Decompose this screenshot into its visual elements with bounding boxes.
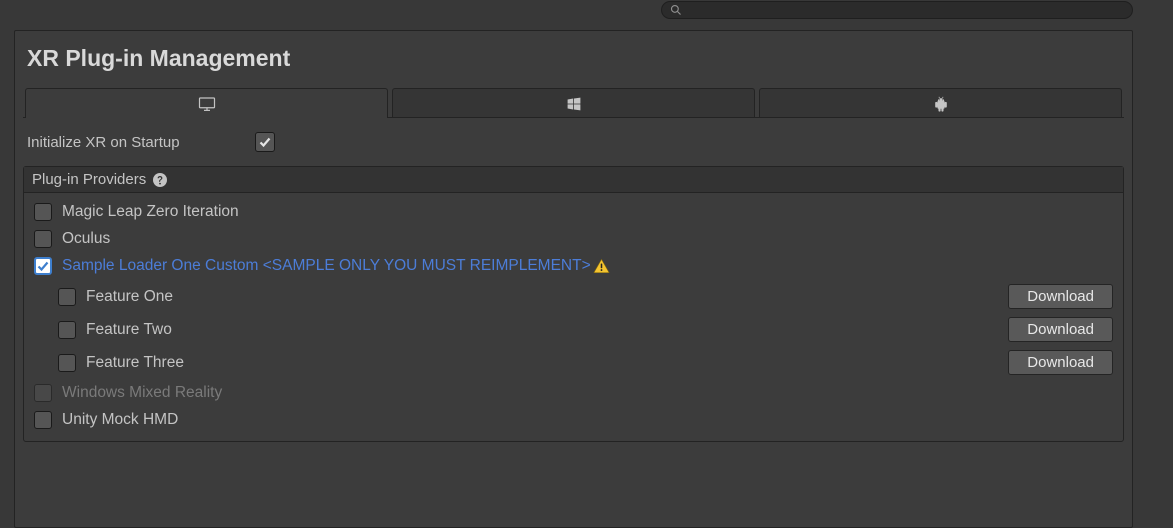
tab-standalone[interactable] [25, 88, 388, 118]
provider-checkbox[interactable] [34, 257, 52, 275]
provider-wmr: Windows Mixed Reality [34, 384, 1113, 402]
provider-mock-hmd: Unity Mock HMD [34, 411, 1113, 429]
tab-android[interactable] [759, 88, 1122, 118]
provider-checkbox[interactable] [34, 411, 52, 429]
feature-checkbox[interactable] [58, 354, 76, 372]
tab-body: Initialize XR on Startup Plug-in Provide… [23, 117, 1124, 511]
tab-windows[interactable] [392, 88, 755, 118]
provider-label: Magic Leap Zero Iteration [62, 203, 239, 221]
provider-checkbox[interactable] [34, 230, 52, 248]
android-icon [932, 96, 950, 112]
provider-label: Unity Mock HMD [62, 411, 178, 429]
provider-label: Windows Mixed Reality [62, 384, 222, 402]
provider-checkbox [34, 384, 52, 402]
provider-magic-leap: Magic Leap Zero Iteration [34, 203, 1113, 221]
feature-label: Feature One [76, 288, 1008, 306]
warning-icon [593, 258, 610, 274]
download-button[interactable]: Download [1008, 350, 1113, 375]
initialize-xr-row: Initialize XR on Startup [23, 130, 1124, 166]
search-field-wrap[interactable] [661, 1, 1133, 19]
feature-row: Feature One Download [58, 284, 1113, 309]
providers-header: Plug-in Providers [24, 167, 1123, 193]
feature-label: Feature Three [76, 354, 1008, 372]
providers-box: Plug-in Providers Magic Leap Zero Iterat… [23, 166, 1124, 442]
page-title: XR Plug-in Management [23, 45, 1124, 88]
providers-header-label: Plug-in Providers [32, 171, 146, 188]
initialize-xr-label: Initialize XR on Startup [27, 134, 255, 151]
top-bar [0, 0, 1173, 20]
providers-list: Magic Leap Zero Iteration Oculus Sample … [24, 193, 1123, 441]
download-button[interactable]: Download [1008, 317, 1113, 342]
provider-checkbox[interactable] [34, 203, 52, 221]
search-icon [670, 4, 682, 16]
monitor-icon [198, 96, 216, 112]
provider-label: Sample Loader One Custom <SAMPLE ONLY YO… [62, 257, 591, 275]
initialize-xr-checkbox[interactable] [255, 132, 275, 152]
provider-label: Oculus [62, 230, 110, 248]
search-input[interactable] [686, 3, 1124, 17]
feature-row: Feature Three Download [58, 350, 1113, 375]
feature-checkbox[interactable] [58, 321, 76, 339]
download-button[interactable]: Download [1008, 284, 1113, 309]
feature-list: Feature One Download Feature Two Downloa… [34, 284, 1113, 375]
provider-oculus: Oculus [34, 230, 1113, 248]
platform-tabs [23, 88, 1124, 118]
help-icon[interactable] [152, 172, 168, 188]
feature-row: Feature Two Download [58, 317, 1113, 342]
windows-icon [565, 96, 583, 112]
feature-checkbox[interactable] [58, 288, 76, 306]
settings-panel: XR Plug-in Management Initialize XR on S… [14, 30, 1133, 528]
provider-sample-loader: Sample Loader One Custom <SAMPLE ONLY YO… [34, 257, 1113, 275]
feature-label: Feature Two [76, 321, 1008, 339]
